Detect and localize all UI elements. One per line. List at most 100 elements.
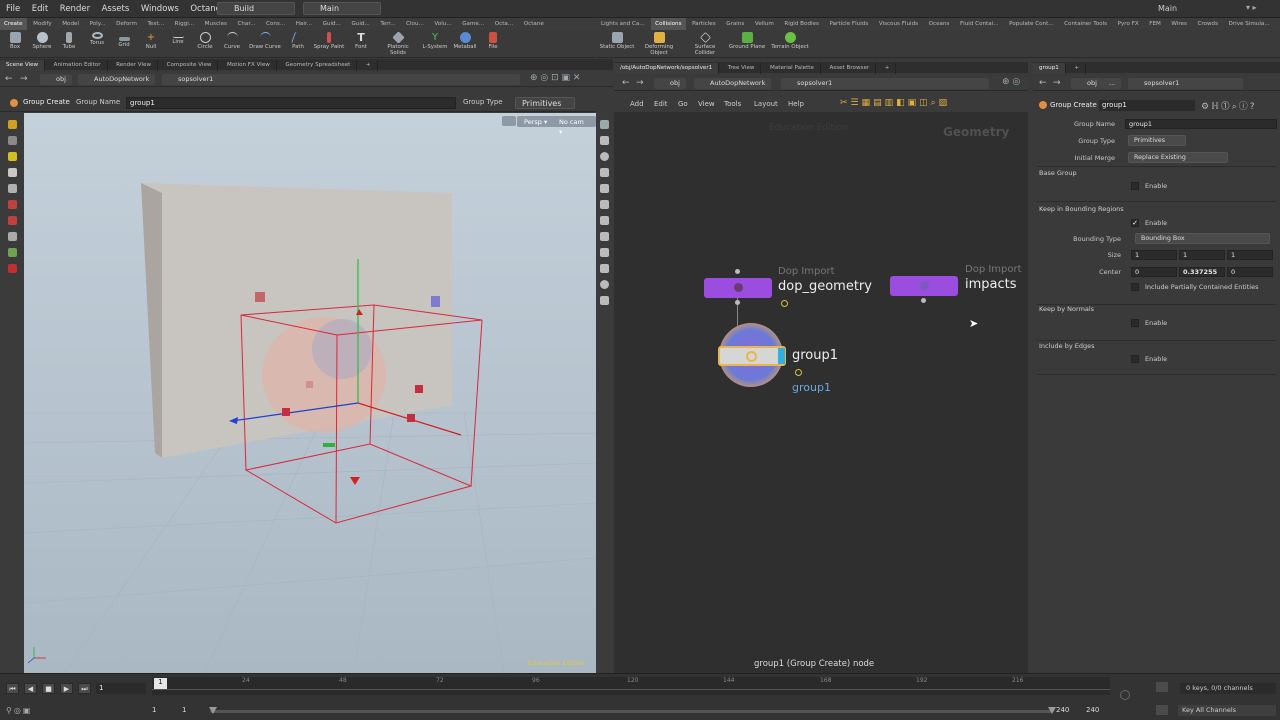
tool-line[interactable]: Line xyxy=(164,32,192,45)
right-context-label[interactable]: Main xyxy=(1158,4,1177,13)
side-marker[interactable] xyxy=(306,381,313,388)
add-tab-button[interactable]: + xyxy=(360,60,378,71)
shelf-tab[interactable]: Char... xyxy=(233,18,259,30)
path-crumb-obj[interactable]: obj xyxy=(1071,78,1103,89)
frame-input[interactable]: 1 xyxy=(96,683,146,694)
primitives-icon[interactable] xyxy=(600,248,609,257)
node-impacts[interactable] xyxy=(890,276,958,296)
side-marker[interactable] xyxy=(415,385,423,393)
tab-material-palette[interactable]: Material Palette xyxy=(764,63,821,74)
initial-merge-dropdown[interactable]: Replace Existing xyxy=(1128,152,1228,163)
menu-assets[interactable]: Assets xyxy=(102,0,130,18)
shelf-tab[interactable]: Deform xyxy=(112,18,141,30)
frame-ruler[interactable]: 1 24 48 72 96 120 144 168 192 216 xyxy=(152,677,1110,695)
selection-mode-icon[interactable] xyxy=(600,200,609,209)
camera-menu[interactable]: Persp ▾ xyxy=(517,116,555,127)
shelf-tab[interactable]: Grains xyxy=(722,18,748,30)
tool-l-system[interactable]: Y L-System xyxy=(420,32,450,50)
tool-null[interactable]: + Null xyxy=(137,32,165,50)
shelf-tab-create[interactable]: Create xyxy=(0,18,27,30)
tool-draw-curve[interactable]: Draw Curve xyxy=(247,32,283,50)
add-tab-button[interactable]: + xyxy=(879,63,897,74)
desktop-dropdown[interactable]: Build xyxy=(217,2,295,15)
display-icon[interactable] xyxy=(600,120,609,129)
shelf-tab[interactable]: Guid... xyxy=(347,18,373,30)
play-button[interactable]: ▶ xyxy=(60,683,73,694)
shelf-tab[interactable]: Model xyxy=(58,18,83,30)
node-output-port[interactable] xyxy=(921,298,926,303)
shelf-tab[interactable]: Wires xyxy=(1167,18,1191,30)
center-z-field[interactable]: 0 xyxy=(1227,267,1273,277)
shelf-tab[interactable]: Vellum xyxy=(751,18,778,30)
menu-file[interactable]: File xyxy=(6,0,20,18)
shelf-tab-collisions[interactable]: Collisions xyxy=(651,18,686,30)
tab-composite-view[interactable]: Composite View xyxy=(161,60,219,71)
points-icon[interactable] xyxy=(600,216,609,225)
tool-sphere[interactable]: Sphere xyxy=(28,32,56,50)
vertices-icon[interactable] xyxy=(600,264,609,273)
play-reverse-button[interactable]: ◀ xyxy=(24,683,37,694)
jump-start-button[interactable]: ⏮ xyxy=(6,683,19,694)
range-start-field[interactable]: 1 xyxy=(182,706,186,714)
path-crumb-ellipsis[interactable]: ... xyxy=(1103,78,1122,89)
tool-path[interactable]: Path xyxy=(284,32,312,50)
back-arrow-icon[interactable]: ← xyxy=(5,74,13,84)
center-y-field[interactable]: 0.337255 xyxy=(1179,267,1225,277)
tool-torus[interactable]: Torus xyxy=(83,32,111,46)
path-crumb-sopsolver1[interactable]: sopsolver1 xyxy=(1128,78,1243,89)
tab-tree-view[interactable]: Tree View xyxy=(722,63,762,74)
range-start-handle[interactable] xyxy=(209,707,217,714)
shelf-tab[interactable]: FEM xyxy=(1145,18,1165,30)
group-type-dropdown[interactable]: Primitives xyxy=(1128,135,1186,146)
key-options-icon[interactable] xyxy=(1156,705,1168,715)
camera-icon[interactable] xyxy=(600,168,609,177)
path-crumb-obj[interactable]: obj xyxy=(654,78,686,89)
shelf-tab[interactable]: Oceans xyxy=(925,18,954,30)
select-tool-icon[interactable] xyxy=(7,120,17,129)
snap-tool-icon[interactable] xyxy=(7,248,17,257)
current-frame-marker[interactable]: 1 xyxy=(154,678,167,689)
tool-grid[interactable]: Grid xyxy=(110,32,138,48)
scale-tool-icon[interactable] xyxy=(7,232,17,241)
tool-terrain-object[interactable]: Terrain Object xyxy=(770,32,810,50)
shelf-tab[interactable]: Pyro FX xyxy=(1114,18,1143,30)
shelf-tab[interactable]: Drive Simula... xyxy=(1225,18,1274,30)
path-crumb-sopsolver1[interactable]: sopsolver1 xyxy=(781,78,989,89)
range-end-handle[interactable] xyxy=(1048,707,1056,714)
bounding-type-dropdown[interactable]: Bounding Box xyxy=(1135,233,1270,244)
tool-font[interactable]: T Font xyxy=(347,32,375,50)
operator-name-field[interactable]: group1 xyxy=(1099,100,1195,111)
shelf-tab[interactable]: Muscles xyxy=(201,18,231,30)
sculpt-tool-icon[interactable] xyxy=(7,216,17,225)
menu-help[interactable]: Help xyxy=(788,100,804,108)
base-group-enable-checkbox[interactable] xyxy=(1131,182,1139,190)
forward-arrow-icon[interactable]: → xyxy=(20,74,28,84)
window-controls[interactable]: ▾ ▸ xyxy=(1246,3,1276,15)
audio-controls-icon[interactable]: ⚲◎▣ xyxy=(6,706,32,715)
pose-tool-icon[interactable] xyxy=(7,184,17,193)
side-marker[interactable] xyxy=(282,408,290,416)
path-crumb-autodopnetwork[interactable]: AutoDopNetwork xyxy=(694,78,772,89)
node-input-port[interactable] xyxy=(735,269,740,274)
edges-enable-checkbox[interactable] xyxy=(1131,355,1139,363)
tool-surface-collider[interactable]: Surface Collider xyxy=(687,32,723,56)
corner-marker[interactable] xyxy=(255,292,265,302)
tool-curve[interactable]: Curve xyxy=(218,32,246,50)
shelf-tab[interactable]: Viscous Fluids xyxy=(875,18,922,30)
menu-add[interactable]: Add xyxy=(630,100,644,108)
tool-metaball[interactable]: Metaball xyxy=(451,32,479,50)
node-output-port[interactable] xyxy=(735,300,740,305)
bounding-enable-checkbox[interactable]: ✓ xyxy=(1131,219,1139,227)
normals-enable-checkbox[interactable] xyxy=(1131,319,1139,327)
group-name-input[interactable]: group1 xyxy=(1125,119,1277,129)
shelf-tab[interactable]: Clou... xyxy=(402,18,428,30)
jump-end-button[interactable]: ⏭ xyxy=(78,683,91,694)
tool-platonic-solids[interactable]: Platonic Solids xyxy=(383,31,413,56)
pin-icon[interactable]: ⊕ ◎ ⊡ ▣ ✕ xyxy=(530,73,580,83)
size-z-field[interactable]: 1 xyxy=(1227,250,1273,260)
shelf-tab[interactable]: Modify xyxy=(29,18,56,30)
tool-box[interactable]: Box xyxy=(1,32,29,50)
network-editor[interactable]: Education Edition Geometry Dop Import do… xyxy=(614,112,1028,673)
stop-button[interactable]: ■ xyxy=(42,683,55,694)
tab-network-path[interactable]: /obj/AutoDopNetwork/sopsolver1 xyxy=(614,63,720,74)
